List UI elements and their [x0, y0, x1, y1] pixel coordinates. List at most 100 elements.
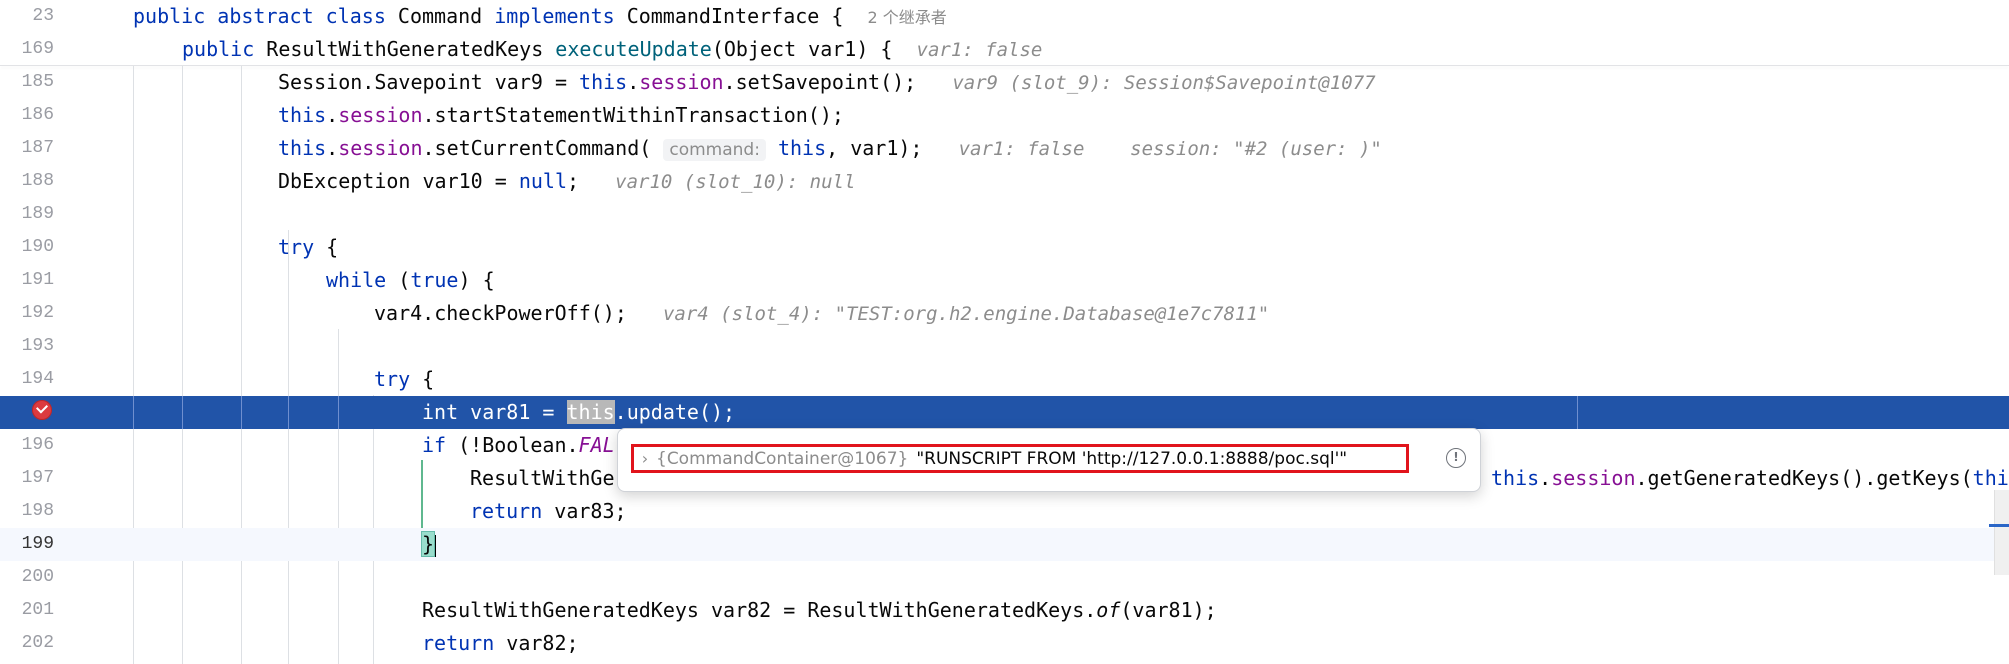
code-token: return — [470, 499, 543, 523]
code-line[interactable]: 193 — [0, 330, 2009, 363]
code-token: ; — [567, 169, 616, 193]
indent-guide — [338, 396, 339, 429]
code-text[interactable]: Session.Savepoint var9 = this.session.se… — [278, 66, 1376, 99]
code-text[interactable]: this.session.setCurrentCommand( command:… — [278, 132, 1382, 165]
line-number[interactable]: 200 — [0, 561, 54, 594]
code-line[interactable]: 198 return var83; — [0, 495, 2009, 528]
variable-type-label: {CommandContainer@1067} — [656, 448, 909, 469]
code-token: int — [422, 400, 459, 424]
code-token: of — [1096, 598, 1121, 622]
code-line[interactable]: 192 var4.checkPowerOff(); var4 (slot_4): … — [0, 297, 2009, 330]
code-line[interactable]: 191 while (true) { — [0, 264, 2009, 297]
line-number[interactable]: 185 — [0, 66, 54, 99]
code-token: . — [326, 136, 339, 160]
code-token: session — [338, 103, 423, 127]
code-text[interactable]: try { — [374, 363, 434, 396]
code-token: 2 个继承者 — [867, 8, 947, 27]
indent-guide — [133, 396, 134, 429]
text-caret — [434, 534, 437, 557]
line-number[interactable]: 192 — [0, 297, 54, 330]
code-token: Command — [397, 4, 495, 28]
line-number[interactable]: 193 — [0, 330, 54, 363]
line-number[interactable]: 197 — [0, 462, 54, 495]
code-token: var82; — [494, 631, 579, 655]
code-line[interactable]: 190 try { — [0, 231, 2009, 264]
line-number[interactable]: 191 — [0, 264, 54, 297]
code-editor[interactable]: 23 public abstract class Command implemen… — [0, 0, 2009, 664]
line-number[interactable]: 196 — [0, 429, 54, 462]
code-line[interactable]: 185 Session.Savepoint var9 = this.session… — [0, 66, 2009, 99]
code-text-tail[interactable]: this.session.getGeneratedKeys().getKeys(… — [1491, 462, 2009, 495]
line-number[interactable]: 188 — [0, 165, 54, 198]
code-text[interactable]: try { — [278, 231, 338, 264]
code-text[interactable]: ResultWithGeneratedKeys var82 = ResultWi… — [422, 594, 1217, 627]
variable-value-row[interactable]: › {CommandContainer@1067} "RUNSCRIPT FRO… — [631, 444, 1409, 473]
variable-value: "RUNSCRIPT FROM 'http://127.0.0.1:8888/p… — [916, 448, 1348, 469]
code-token: { — [410, 367, 435, 391]
indent-guide — [1577, 396, 1578, 429]
code-line[interactable]: 186 this.session.startStatementWithinTran… — [0, 99, 2009, 132]
code-text[interactable]: public abstract class Command implements… — [133, 0, 947, 33]
code-token: FAL — [578, 433, 615, 457]
line-number[interactable]: 198 — [0, 495, 54, 528]
line-number[interactable]: 201 — [0, 594, 54, 627]
code-token: executeUpdate — [555, 37, 712, 61]
code-line[interactable]: 199} — [0, 528, 2009, 561]
line-number[interactable]: 187 — [0, 132, 54, 165]
code-token: try — [278, 235, 315, 259]
code-line[interactable]: 202 return var82; — [0, 627, 2009, 660]
code-token: ( — [386, 268, 411, 292]
breakpoint-icon[interactable] — [32, 400, 52, 420]
code-token: var4.checkPowerOff(); — [374, 301, 663, 325]
sticky-line[interactable]: 169 public ResultWithGeneratedKeys execut… — [0, 33, 2009, 66]
code-text[interactable]: if (!Boolean.FAL — [422, 429, 615, 462]
code-token: .getGeneratedKeys().getKeys( — [1635, 466, 1973, 490]
indent-guide — [288, 396, 289, 429]
code-line[interactable]: 187 this.session.setCurrentCommand( comma… — [0, 132, 2009, 165]
code-token: (var81); — [1120, 598, 1217, 622]
code-token: this — [566, 400, 615, 424]
line-number[interactable]: 202 — [0, 627, 54, 660]
debugger-value-popup[interactable]: › {CommandContainer@1067} "RUNSCRIPT FRO… — [617, 428, 1481, 492]
line-number[interactable]: 194 — [0, 363, 54, 396]
code-text[interactable]: int var81 = this.update(); — [422, 396, 735, 429]
line-number[interactable]: 189 — [0, 198, 54, 231]
line-number[interactable]: 190 — [0, 231, 54, 264]
code-text[interactable]: this.session.startStatementWithinTransac… — [278, 99, 844, 132]
line-number[interactable]: 186 — [0, 99, 54, 132]
line-number[interactable]: 199 — [0, 528, 54, 561]
code-text[interactable]: DbException var10 = null; var10 (slot_10… — [278, 165, 855, 198]
info-icon[interactable]: ! — [1446, 448, 1466, 468]
code-token: var81 = — [458, 400, 567, 424]
chevron-right-icon[interactable]: › — [634, 449, 656, 468]
code-line[interactable]: 200 — [0, 561, 2009, 594]
execution-point-line[interactable]: int var81 = this.update(); — [0, 396, 2009, 429]
code-token: if — [422, 433, 447, 457]
code-token: var9 (slot_9): Session$Savepoint@1077 — [952, 72, 1376, 94]
code-line[interactable]: 201 ResultWithGeneratedKeys var82 = Resul… — [0, 594, 2009, 627]
code-text[interactable]: ResultWithGe — [470, 462, 615, 495]
code-token: ) { — [458, 268, 495, 292]
code-text[interactable]: public ResultWithGeneratedKeys executeUp… — [182, 33, 1042, 66]
code-token: this — [278, 136, 327, 160]
code-token: var1: false session: "#2 (user: )" — [958, 138, 1382, 160]
code-text[interactable]: return var83; — [470, 495, 627, 528]
code-line[interactable]: 194 try { — [0, 363, 2009, 396]
code-token: } — [420, 531, 436, 557]
code-line[interactable]: 188 DbException var10 = null; var10 (slot… — [0, 165, 2009, 198]
vertical-scrollbar[interactable] — [1994, 490, 2009, 575]
code-token: ResultWithGeneratedKeys var82 = ResultWi… — [422, 598, 1097, 622]
line-number[interactable]: 169 — [0, 33, 54, 66]
line-number[interactable]: 23 — [0, 0, 54, 33]
code-token: var10 (slot_10): null — [615, 171, 856, 193]
code-text[interactable]: } — [420, 528, 437, 561]
code-text[interactable]: return var82; — [422, 627, 579, 660]
sticky-line[interactable]: 23 public abstract class Command implemen… — [0, 0, 2009, 33]
code-token: session — [639, 70, 724, 94]
code-text[interactable]: var4.checkPowerOff(); var4 (slot_4): "TE… — [374, 297, 1269, 330]
code-text[interactable]: while (true) { — [326, 264, 495, 297]
code-token: . — [627, 70, 640, 94]
code-line[interactable]: 189 — [0, 198, 2009, 231]
code-token: try — [374, 367, 411, 391]
